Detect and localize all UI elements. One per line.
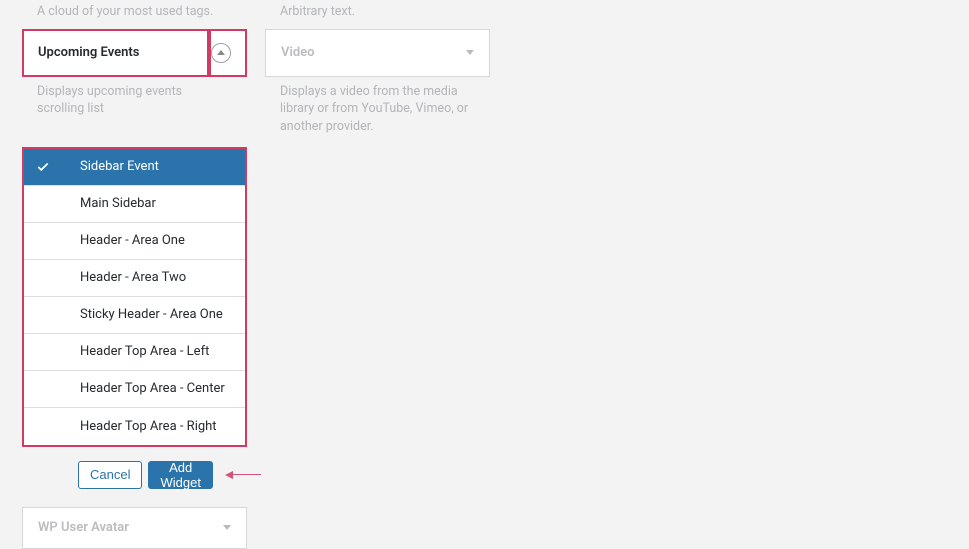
option-label: Header Top Area - Left [80,344,209,359]
chevron-down-icon [223,525,231,530]
cancel-button[interactable]: Cancel [78,461,142,489]
video-widget[interactable]: Video [265,29,490,77]
video-desc: Displays a video from the media library … [265,77,490,146]
sidebar-option-header-one[interactable]: Header - Area One [24,223,245,260]
sidebar-option-top-right[interactable]: Header Top Area - Right [24,408,245,445]
left-column: A cloud of your most used tags. Upcoming… [22,0,247,549]
sidebar-option-top-center[interactable]: Header Top Area - Center [24,371,245,408]
widget-title: WP User Avatar [38,520,129,535]
chevron-up-icon [217,50,225,55]
tag-cloud-desc: A cloud of your most used tags. [22,0,247,29]
wp-user-avatar-widget[interactable]: WP User Avatar [22,507,247,549]
action-buttons: Cancel Add Widget [78,461,247,489]
sidebar-select-list: Sidebar Event Main Sidebar Header - Area… [22,147,247,447]
option-label: Sidebar Event [80,159,159,174]
upcoming-events-widget[interactable]: Upcoming Events [22,29,247,77]
option-label: Sticky Header - Area One [80,307,223,322]
sidebar-option-header-two[interactable]: Header - Area Two [24,260,245,297]
arrow-left-icon [225,471,233,479]
sidebar-option-sticky-header[interactable]: Sticky Header - Area One [24,297,245,334]
arbitrary-text-desc: Arbitrary text. [265,0,490,29]
option-label: Header Top Area - Right [80,419,217,434]
widget-title: Upcoming Events [38,45,139,60]
sidebar-option-top-left[interactable]: Header Top Area - Left [24,334,245,371]
chevron-down-icon [466,50,474,55]
sidebar-option-sidebar-event[interactable]: Sidebar Event [24,149,245,186]
option-label: Header Top Area - Center [80,381,225,396]
option-label: Header - Area Two [80,270,186,285]
arrow-indicator [225,471,261,479]
right-column: Arbitrary text. Video Displays a video f… [265,0,490,549]
sidebar-option-main-sidebar[interactable]: Main Sidebar [24,186,245,223]
add-widget-button[interactable]: Add Widget [148,461,212,489]
upcoming-events-desc: Displays upcoming events scrolling list [22,77,247,128]
option-label: Header - Area One [80,233,185,248]
widget-toggle-button[interactable] [211,43,231,63]
option-label: Main Sidebar [80,196,156,211]
widget-title: Video [281,45,315,60]
check-icon [36,160,50,174]
